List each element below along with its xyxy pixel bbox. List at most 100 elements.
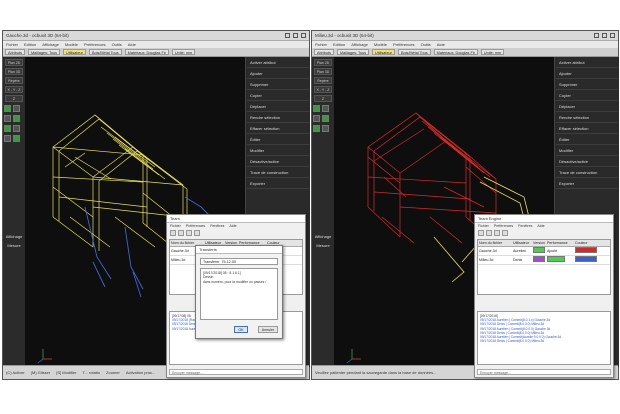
menu-fenetres[interactable]: Fenêtres — [210, 224, 224, 228]
eye-icon[interactable] — [313, 115, 320, 122]
effacer-selection-button[interactable]: Effacer sélection — [556, 124, 618, 134]
col-utilisateur[interactable]: Utilisateur — [512, 240, 532, 246]
toolbar-attributs[interactable]: Attributs — [314, 49, 334, 55]
toolbar-utilisateur[interactable]: Utilisateur — [372, 49, 395, 55]
toggle-icon[interactable] — [4, 105, 11, 112]
activer-attribut-button[interactable]: Activer attribut — [247, 58, 309, 68]
z-button[interactable]: Z — [5, 95, 23, 102]
deplacer-button[interactable]: Déplacer — [247, 102, 309, 112]
toolbar-utilisateur[interactable]: Utilisateur — [63, 49, 86, 55]
toolbar-maillages[interactable]: Maillages: Tous — [27, 49, 61, 55]
user-icon[interactable] — [194, 230, 200, 236]
trace-construction-button[interactable]: Trace de construction — [247, 168, 309, 178]
minimize-icon[interactable] — [594, 33, 599, 38]
menu-aide[interactable]: Aide — [229, 224, 236, 228]
ajouter-button[interactable]: Ajouter — [247, 69, 309, 79]
trace-construction-button[interactable]: Trace de construction — [556, 168, 618, 178]
open-icon[interactable] — [478, 230, 484, 236]
menu-fenetres[interactable]: Fenêtres — [518, 224, 532, 228]
toolbar-unite[interactable]: Unité: mm — [480, 49, 505, 55]
save-icon[interactable] — [486, 230, 492, 236]
plan-3d-button[interactable]: Plan 3D — [5, 68, 23, 75]
menu-affichage[interactable]: Affichage — [351, 42, 368, 47]
exporter-button[interactable]: Exporter — [556, 179, 618, 189]
plan-2d-button[interactable]: Plan 2D — [5, 59, 23, 66]
toolbar-attributs[interactable]: Attributs — [5, 49, 25, 55]
col-performance[interactable]: Performance — [546, 240, 574, 246]
xyz-button[interactable]: X - Y - Z — [314, 86, 332, 93]
toolbar-materiaux[interactable]: Matériaux: Douglas Fir — [124, 49, 169, 55]
toolbar-maillages[interactable]: Maillages: Tous — [336, 49, 370, 55]
menu-fichier[interactable]: Fichier — [6, 42, 18, 47]
message-input[interactable]: Envoyer message... — [169, 369, 303, 375]
layer-icon[interactable] — [13, 105, 20, 112]
eye-icon[interactable] — [4, 115, 11, 122]
menu-modele[interactable]: Modèle — [374, 42, 387, 47]
close-icon[interactable] — [610, 33, 615, 38]
copier-button[interactable]: Copier — [247, 91, 309, 101]
menu-affichage[interactable]: Affichage — [42, 42, 59, 47]
menu-fichier[interactable]: Fichier — [315, 42, 327, 47]
close-icon[interactable] — [301, 33, 306, 38]
ajouter-button[interactable]: Ajouter — [556, 69, 618, 79]
toolbar-unite[interactable]: Unité: mm — [171, 49, 196, 55]
refresh-icon[interactable] — [186, 230, 192, 236]
menu-aide[interactable]: Aide — [128, 42, 136, 47]
supprimer-button[interactable]: Supprimer — [556, 80, 618, 90]
activer-attribut-button[interactable]: Activer attribut — [556, 58, 618, 68]
menu-fichier[interactable]: Fichier — [478, 224, 489, 228]
toolbar-materiaux[interactable]: Matériaux: Douglas Fir — [433, 49, 478, 55]
rendre-selection-button[interactable]: Rendre sélection — [556, 113, 618, 123]
effacer-selection-button[interactable]: Effacer sélection — [247, 124, 309, 134]
editer-button[interactable]: Éditer — [556, 135, 618, 145]
toggle-icon[interactable] — [13, 135, 20, 142]
user-icon[interactable] — [502, 230, 508, 236]
modifier-button[interactable]: Modifier — [556, 146, 618, 156]
exporter-button[interactable]: Exporter — [247, 179, 309, 189]
z-button[interactable]: Z — [314, 95, 332, 102]
color-cell[interactable] — [574, 255, 604, 265]
menu-outils[interactable]: Outils — [421, 42, 431, 47]
maximize-icon[interactable] — [293, 33, 298, 38]
open-icon[interactable] — [170, 230, 176, 236]
menu-edition[interactable]: Edition — [333, 42, 345, 47]
toggle-icon[interactable] — [13, 115, 20, 122]
transfer-field[interactable]: Transferer 75-12-00 — [200, 258, 278, 265]
cancel-button[interactable]: Annuler — [258, 326, 278, 333]
desactive-button[interactable]: Désactive/active — [556, 157, 618, 167]
supprimer-button[interactable]: Supprimer — [247, 80, 309, 90]
plan-3d-button[interactable]: Plan 3D — [314, 68, 332, 75]
ok-button[interactable]: OK — [234, 326, 248, 333]
camera-icon[interactable] — [4, 135, 11, 142]
copier-button[interactable]: Copier — [556, 91, 618, 101]
menu-aide[interactable]: Aide — [437, 42, 445, 47]
menu-preferences[interactable]: Préférences — [494, 224, 513, 228]
message-input[interactable]: Envoyer message... — [477, 369, 611, 375]
toolbar-bois-metal[interactable]: Bois/Métal Tous — [88, 49, 122, 55]
menu-modele[interactable]: Modèle — [65, 42, 78, 47]
repere-button[interactable]: Repère — [5, 77, 23, 84]
menu-fichier[interactable]: Fichier — [170, 224, 181, 228]
menu-preferences[interactable]: Préférences — [186, 224, 205, 228]
layer-icon[interactable] — [322, 105, 329, 112]
menu-preferences[interactable]: Préférences — [393, 42, 415, 47]
mesure-label[interactable]: Mesure — [312, 243, 334, 248]
modifier-button[interactable]: Modifier — [247, 146, 309, 156]
xyz-button[interactable]: X - Y - Z — [5, 86, 23, 93]
col-nom-fichier[interactable]: Nom du fichier — [478, 240, 512, 246]
color-swatch[interactable] — [575, 256, 597, 262]
rendre-selection-button[interactable]: Rendre sélection — [247, 113, 309, 123]
repere-button[interactable]: Repère — [314, 77, 332, 84]
toolbar-bois-metal[interactable]: Bois/Métal Tous — [397, 49, 431, 55]
toggle-icon[interactable] — [313, 125, 320, 132]
menu-outils[interactable]: Outils — [112, 42, 122, 47]
menu-edition[interactable]: Edition — [24, 42, 36, 47]
menu-preferences[interactable]: Préférences — [84, 42, 106, 47]
toggle-icon[interactable] — [313, 105, 320, 112]
save-icon[interactable] — [178, 230, 184, 236]
grid-icon[interactable] — [322, 125, 329, 132]
maximize-icon[interactable] — [602, 33, 607, 38]
mesure-label[interactable]: Mesure — [3, 243, 25, 248]
refresh-icon[interactable] — [494, 230, 500, 236]
editer-button[interactable]: Éditer — [247, 135, 309, 145]
